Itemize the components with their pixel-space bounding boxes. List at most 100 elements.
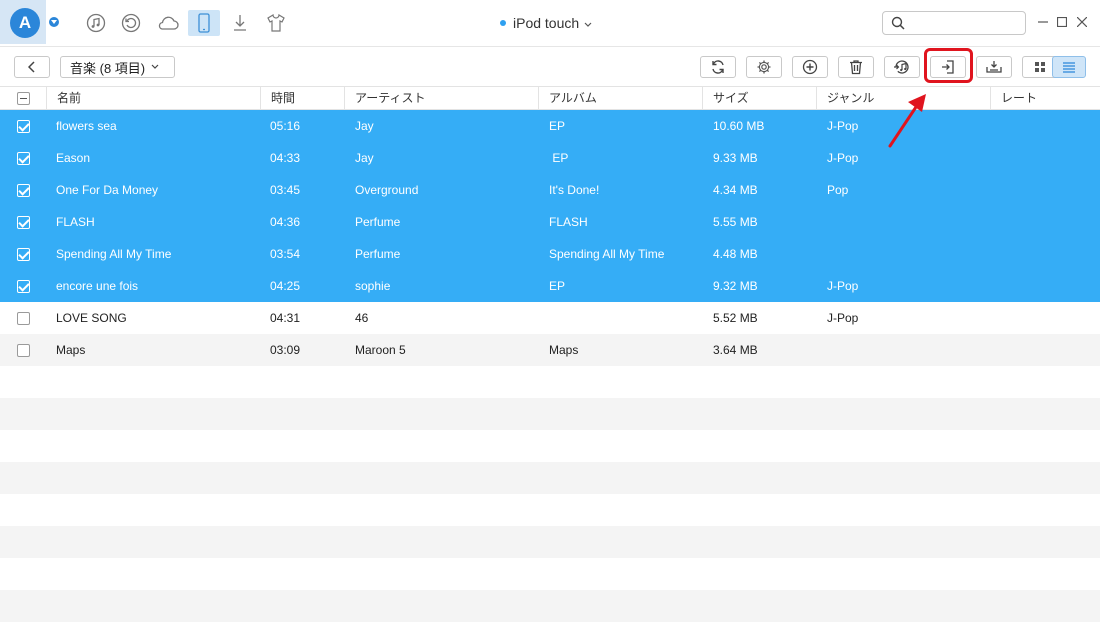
column-header-name[interactable]: 名前 xyxy=(46,87,260,109)
search-icon xyxy=(891,16,905,30)
cell-genre: J-Pop xyxy=(827,279,859,293)
device-status-dot xyxy=(500,20,506,26)
shirt-icon[interactable] xyxy=(260,10,292,36)
cell-name: Spending All My Time xyxy=(56,247,172,261)
refresh-button[interactable] xyxy=(700,56,736,78)
cell-album: Spending All My Time xyxy=(549,247,665,261)
cell-size: 9.33 MB xyxy=(713,151,758,165)
empty-row xyxy=(0,398,1100,430)
column-header-time[interactable]: 時間 xyxy=(260,87,344,109)
cell-size: 3.64 MB xyxy=(713,343,758,357)
category-dropdown[interactable]: 音楽 (8 項目) xyxy=(60,56,175,78)
cell-name: flowers sea xyxy=(56,119,117,133)
cell-artist: Overground xyxy=(355,183,419,197)
cell-size: 4.34 MB xyxy=(713,183,758,197)
chevron-down-icon xyxy=(151,62,159,73)
history-icon[interactable] xyxy=(115,10,147,36)
column-header-artist[interactable]: アーティスト xyxy=(344,87,538,109)
search-box[interactable] xyxy=(882,11,1026,35)
table-row[interactable]: Maps 03:09 Maroon 5 Maps 3.64 MB xyxy=(0,334,1100,366)
row-checkbox[interactable] xyxy=(17,312,30,325)
cell-album: Maps xyxy=(549,343,579,357)
table-row[interactable]: Spending All My Time 03:54 Perfume Spend… xyxy=(0,238,1100,270)
cell-album: EP xyxy=(549,119,566,133)
table-row[interactable]: LOVE SONG 04:31 46 5.52 MB J-Pop xyxy=(0,302,1100,334)
column-header-album[interactable]: アルバム xyxy=(538,87,702,109)
search-input[interactable] xyxy=(911,15,1021,31)
delete-button[interactable] xyxy=(838,56,874,78)
music-icon[interactable] xyxy=(80,10,112,36)
maximize-icon[interactable] xyxy=(1055,14,1069,30)
cell-album: FLASH xyxy=(549,215,588,229)
table-row[interactable]: encore une fois 04:25 sophie EP 9.32 MB … xyxy=(0,270,1100,302)
to-itunes-button[interactable] xyxy=(884,56,920,78)
chevron-left-icon xyxy=(28,61,35,73)
column-header-rating[interactable]: レート xyxy=(990,87,1100,109)
settings-button[interactable] xyxy=(746,56,782,78)
cell-genre: J-Pop xyxy=(827,311,859,325)
app-logo-area[interactable]: A xyxy=(0,0,46,44)
row-checkbox[interactable] xyxy=(17,248,30,261)
row-checkbox[interactable] xyxy=(17,344,30,357)
trash-icon xyxy=(850,60,862,75)
cloud-icon[interactable] xyxy=(152,10,184,36)
app-logo-icon[interactable]: A xyxy=(10,8,40,38)
list-view-button[interactable] xyxy=(1052,56,1086,78)
select-all-checkbox[interactable] xyxy=(17,92,30,105)
row-checkbox[interactable] xyxy=(17,152,30,165)
table-row[interactable]: One For Da Money 03:45 Overground It's D… xyxy=(0,174,1100,206)
empty-row xyxy=(0,366,1100,398)
row-checkbox[interactable] xyxy=(17,216,30,229)
cell-name: One For Da Money xyxy=(56,183,159,197)
download-icon[interactable] xyxy=(224,10,256,36)
cell-name: Maps xyxy=(56,343,86,357)
grid-icon xyxy=(1035,62,1045,72)
cell-name: encore une fois xyxy=(56,279,139,293)
highlight-box xyxy=(924,48,973,83)
cell-name: Eason xyxy=(56,151,91,165)
empty-row xyxy=(0,430,1100,462)
cell-genre: J-Pop xyxy=(827,151,859,165)
back-button[interactable] xyxy=(14,56,50,78)
app-menu-caret-icon[interactable] xyxy=(49,17,59,27)
cell-time: 04:36 xyxy=(270,215,301,229)
song-list: flowers sea 05:16 Jay EP 10.60 MB J-Pop … xyxy=(0,110,1100,622)
empty-row xyxy=(0,462,1100,494)
table-header: 名前 時間 アーティスト アルバム サイズ ジャンル レート xyxy=(0,86,1100,110)
plus-circle-icon xyxy=(802,59,818,75)
tray-import-icon xyxy=(986,61,1002,73)
cell-genre: Pop xyxy=(827,183,849,197)
cell-size: 5.52 MB xyxy=(713,311,758,325)
table-row[interactable]: FLASH 04:36 Perfume FLASH 5.55 MB xyxy=(0,206,1100,238)
device-icon[interactable] xyxy=(188,10,220,36)
column-header-size[interactable]: サイズ xyxy=(702,87,816,109)
device-selector[interactable]: iPod touch xyxy=(500,14,610,32)
cell-artist: 46 xyxy=(355,311,369,325)
row-checkbox[interactable] xyxy=(17,280,30,293)
cell-time: 03:54 xyxy=(270,247,301,261)
cell-artist: Jay xyxy=(355,151,374,165)
cell-artist: Maroon 5 xyxy=(355,343,406,357)
cell-size: 5.55 MB xyxy=(713,215,758,229)
empty-row xyxy=(0,526,1100,558)
cell-time: 04:33 xyxy=(270,151,301,165)
cell-size: 4.48 MB xyxy=(713,247,758,261)
table-row[interactable]: Eason 04:33 Jay EP 9.33 MB J-Pop xyxy=(0,142,1100,174)
cell-artist: Perfume xyxy=(355,247,401,261)
list-icon xyxy=(1063,62,1075,73)
chevron-down-icon xyxy=(584,15,592,31)
row-checkbox[interactable] xyxy=(17,184,30,197)
cell-time: 03:45 xyxy=(270,183,301,197)
to-device-button[interactable] xyxy=(976,56,1012,78)
minimize-icon[interactable] xyxy=(1036,14,1050,30)
category-label: 音楽 (8 項目) xyxy=(70,60,146,76)
row-checkbox[interactable] xyxy=(17,120,30,133)
cell-artist: sophie xyxy=(355,279,391,293)
cell-time: 03:09 xyxy=(270,343,301,357)
close-icon[interactable] xyxy=(1075,14,1089,30)
cell-name: LOVE SONG xyxy=(56,311,127,325)
table-row[interactable]: flowers sea 05:16 Jay EP 10.60 MB J-Pop xyxy=(0,110,1100,142)
cell-time: 05:16 xyxy=(270,119,301,133)
empty-row xyxy=(0,590,1100,622)
add-button[interactable] xyxy=(792,56,828,78)
